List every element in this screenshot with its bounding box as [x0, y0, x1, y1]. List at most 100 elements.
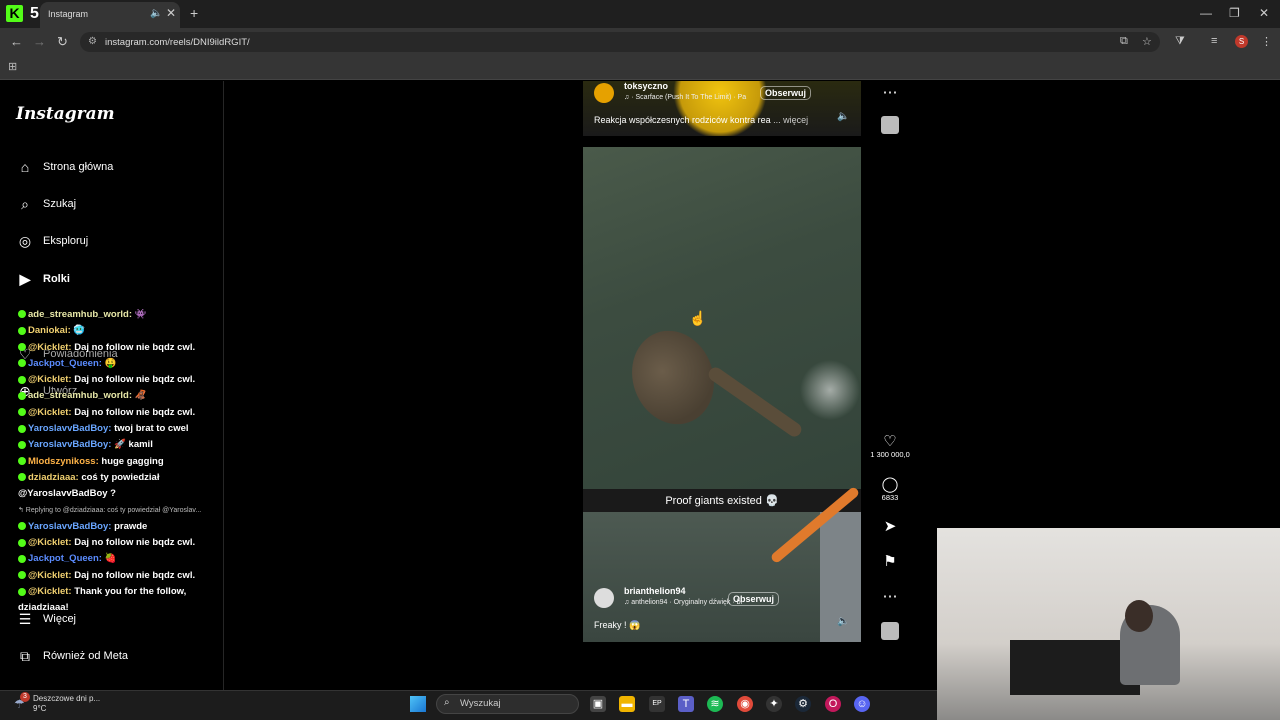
- chat-username[interactable]: Jackpot_Queen: [28, 358, 99, 369]
- discord-icon[interactable]: ☺: [854, 696, 870, 712]
- reload-icon[interactable]: ↻: [57, 34, 68, 50]
- audio-thumbnail[interactable]: [881, 116, 899, 134]
- extensions-icon[interactable]: ⧩: [1175, 35, 1185, 48]
- chat-username[interactable]: @Kicklet: [28, 586, 68, 597]
- nav-explore[interactable]: ◎ Eksploruj: [16, 230, 88, 252]
- reel-music[interactable]: ♫ · Scarface (Push It To The Limit) · Pa: [624, 94, 746, 101]
- chat-badge-icon: [18, 538, 26, 547]
- profile-avatar[interactable]: S: [1235, 35, 1248, 48]
- chat-text: Daj no follow nie bqdz cwl.: [71, 341, 196, 353]
- back-icon[interactable]: ←: [10, 34, 23, 49]
- nav-reels[interactable]: ▶ Rolki: [16, 268, 70, 290]
- kick-favicon[interactable]: K: [6, 5, 23, 22]
- chat-message: dziadziaaa!: [18, 600, 248, 616]
- chat-username[interactable]: @Kicklet: [28, 407, 68, 418]
- new-tab-icon[interactable]: +: [190, 5, 198, 21]
- chat-message: @Kicklet: Thank you for the follow,: [18, 584, 248, 600]
- reel-thumbnail-art: [670, 81, 770, 136]
- url-text[interactable]: instagram.com/reels/DNI9ildRGIT/: [105, 37, 250, 48]
- chat-badge-icon: [18, 391, 26, 400]
- nav-search[interactable]: ⌕ Szukaj: [16, 193, 76, 215]
- install-icon[interactable]: ⧉: [1120, 35, 1128, 48]
- save-button[interactable]: ⚑: [870, 552, 910, 571]
- app-icon[interactable]: ✦: [766, 696, 782, 712]
- reel-video[interactable]: [583, 147, 861, 489]
- chat-message: dziadziaaa: coś ty powiedział: [18, 470, 248, 486]
- chat-username[interactable]: ade_streamhub_world: [28, 390, 129, 401]
- chat-username[interactable]: dziadziaaa: [28, 472, 76, 483]
- epic-games-icon[interactable]: EP: [649, 696, 665, 712]
- chat-username[interactable]: @Kicklet: [28, 570, 68, 581]
- reel-music[interactable]: ♫ anthelion94 · Oryginalny dźwięk · bi: [624, 599, 742, 606]
- send-icon: ➤: [883, 518, 897, 535]
- chat-username[interactable]: YaroslavvBadBoy: [28, 439, 108, 450]
- sound-icon[interactable]: 🔈: [837, 111, 849, 122]
- maximize-icon[interactable]: ❐: [1229, 6, 1240, 20]
- reel-description: Freaky ! 😱: [594, 620, 641, 630]
- close-icon[interactable]: ✕: [166, 6, 176, 20]
- chat-text: coś ty powiedział: [78, 471, 160, 483]
- instagram-logo[interactable]: Instagram: [16, 104, 115, 124]
- chat-badge-icon: [18, 571, 26, 580]
- media-icon[interactable]: ≡: [1211, 35, 1217, 47]
- chat-badge-icon: [18, 440, 26, 449]
- compass-icon: ◎: [18, 232, 32, 249]
- chat-message: ↰ Replying to @dziadziaaa: coś ty powied…: [18, 503, 248, 519]
- chat-message: Jackpot_Queen: 🤑: [18, 356, 248, 372]
- share-button[interactable]: ➤: [870, 517, 910, 536]
- sound-icon[interactable]: 🔈: [837, 616, 849, 627]
- menu-icon[interactable]: ⋮: [1261, 35, 1272, 48]
- spotify-icon[interactable]: ≋: [707, 696, 723, 712]
- follow-button[interactable]: Obserwuj: [760, 86, 812, 100]
- nav-meta[interactable]: ⧉ Również od Meta: [16, 645, 128, 667]
- site-info-icon[interactable]: ⚙: [88, 36, 97, 47]
- follow-button[interactable]: Obserwuj: [728, 592, 780, 606]
- chat-username[interactable]: YaroslavvBadBoy: [28, 423, 108, 434]
- file-explorer-icon[interactable]: ▬: [619, 696, 635, 712]
- weather-widget[interactable]: Deszczowe dni p... 9°C: [33, 694, 100, 714]
- more-link[interactable]: ... więcej: [773, 115, 808, 125]
- avatar[interactable]: [594, 588, 614, 608]
- comment-button[interactable]: ◯ 6833: [870, 475, 910, 502]
- chat-username[interactable]: Mlodszynikoss: [28, 456, 96, 467]
- search-placeholder: Wyszukaj: [460, 698, 501, 709]
- forward-icon[interactable]: →: [33, 34, 46, 49]
- taskbar-search[interactable]: [436, 694, 579, 714]
- more-options-icon[interactable]: ⋯: [870, 83, 910, 102]
- task-view-icon[interactable]: ▣: [590, 696, 606, 712]
- reel-username[interactable]: brianthelion94: [624, 586, 686, 596]
- chat-username[interactable]: ade_streamhub_world: [28, 309, 129, 320]
- chat-message: Jackpot_Queen: 🍓: [18, 551, 248, 567]
- reel-username[interactable]: toksyczno: [624, 81, 668, 91]
- teams-icon[interactable]: T: [678, 696, 694, 712]
- star-icon[interactable]: ☆: [1142, 35, 1152, 48]
- opera-icon[interactable]: O: [825, 696, 841, 712]
- notification-badge: 3: [20, 692, 30, 702]
- chat-username[interactable]: Jackpot_Queen: [28, 553, 99, 564]
- chat-text: Daj no follow nie bqdz cwl.: [71, 374, 196, 386]
- window-close-icon[interactable]: ✕: [1259, 6, 1269, 20]
- avatar[interactable]: [594, 83, 614, 103]
- steam-icon[interactable]: ⚙: [795, 696, 811, 712]
- more-options-icon[interactable]: ⋯: [870, 587, 910, 606]
- chrome-icon[interactable]: ◉: [737, 696, 753, 712]
- chat-username[interactable]: @Kicklet: [28, 342, 68, 353]
- chat-username[interactable]: @Kicklet: [28, 537, 68, 548]
- apps-icon[interactable]: ⊞: [8, 60, 17, 73]
- chat-message: ade_streamhub_world: 🦧: [18, 388, 248, 404]
- description-text: Reakcja współczesnych rodziców kontra re…: [594, 115, 771, 125]
- chat-message: YaroslavvBadBoy: 🚀 kamil: [18, 437, 248, 453]
- minimize-icon[interactable]: —: [1200, 6, 1212, 20]
- chat-username[interactable]: @Kicklet: [28, 374, 68, 385]
- like-button[interactable]: ♡ 1 300 000,0: [870, 432, 910, 459]
- search-icon: ⌕: [21, 195, 29, 212]
- chat-username[interactable]: YaroslavvBadBoy: [28, 521, 108, 532]
- video-caption: Proof giants existed 💀: [665, 495, 779, 507]
- audio-icon[interactable]: 🔈: [150, 8, 162, 19]
- chat-text: prawde: [111, 520, 148, 532]
- windows-start-icon[interactable]: [410, 696, 426, 712]
- chat-badge-icon: [18, 326, 26, 335]
- nav-home[interactable]: ⌂ Strona główna: [16, 156, 114, 178]
- chat-username[interactable]: Daniokai: [28, 325, 68, 336]
- audio-thumbnail[interactable]: [881, 622, 899, 640]
